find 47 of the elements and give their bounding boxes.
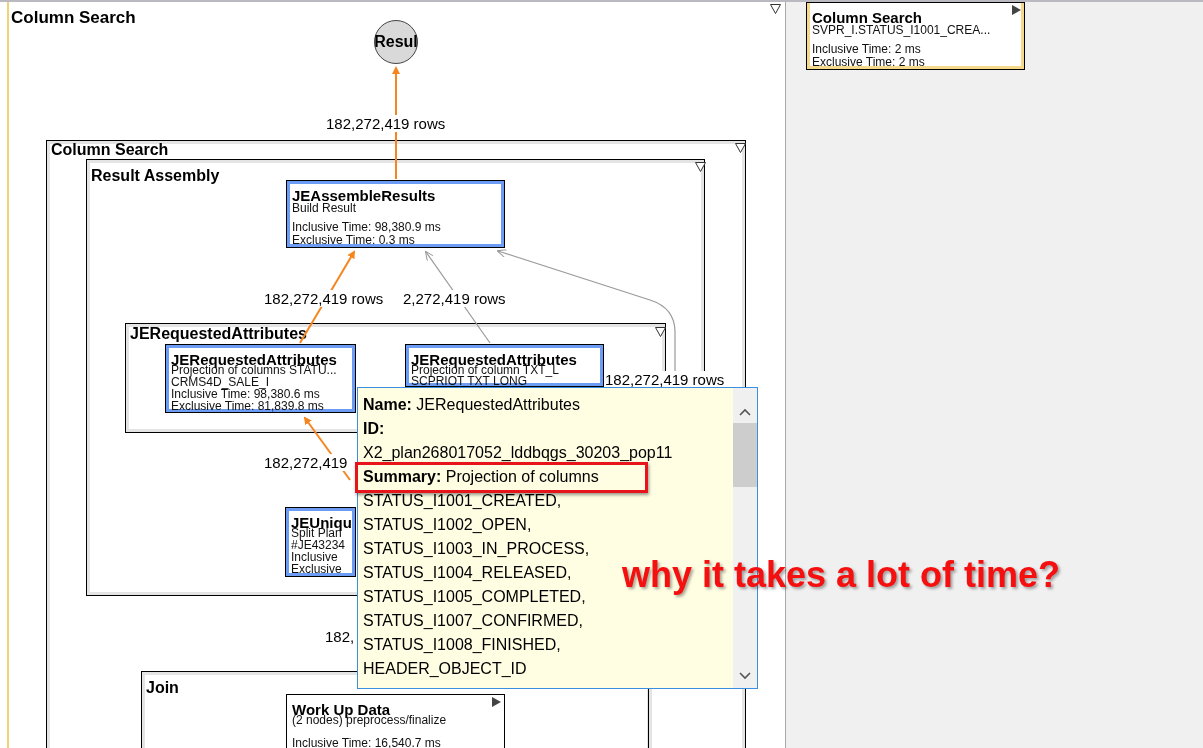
tooltip-line: X2_plan268017052_lddbqgs_30203_pop11	[363, 443, 673, 463]
scroll-up-icon[interactable]	[739, 408, 751, 416]
collapse-icon[interactable]	[770, 4, 781, 14]
tooltip-line: STATUS_I1002_OPEN,	[363, 515, 532, 535]
operator-node[interactable]: JEAssembleResults Build Result Inclusive Time: 98,380.9 ms Exclusive Time: 0.3 ms	[286, 180, 505, 248]
node-detail: CRMS4D_SALE_I	[171, 376, 270, 388]
node-detail: Inclusive Time: 16,540.7 ms	[292, 737, 441, 748]
node-detail: Build Result	[292, 202, 357, 214]
group-title: Column Search	[51, 142, 169, 158]
group-title: Result Assembly	[91, 168, 220, 184]
node-detail: Inclusive	[291, 551, 338, 563]
diagram-title: Column Search	[11, 9, 136, 26]
node-detail: Exclusive Time: 2 ms	[812, 56, 925, 68]
operator-node[interactable]: Column Search SVPR_I.STATUS_I1001_CREA... Inclusive Time: 2 ms Exclusive Time: 2 ms	[806, 2, 1025, 70]
collapse-icon[interactable]	[695, 162, 706, 172]
node-detail: Inclusive Time: 98,380.6 ms	[171, 388, 320, 400]
node-title: JERequestedAttributes	[411, 352, 577, 367]
node-detail: SVPR_I.STATUS_I1001_CREA...	[812, 24, 991, 36]
expand-icon[interactable]	[492, 697, 501, 707]
tooltip-line: ID:	[363, 419, 385, 439]
tooltip-line: STATUS_I1003_IN_PROCESS,	[363, 539, 590, 559]
tooltip-line: STATUS_I1004_RELEASED,	[363, 563, 572, 583]
tooltip-line: HEADER_OBJECT_ID	[363, 659, 527, 679]
row-count-label: 182,272,419 rows	[326, 115, 446, 132]
group-title: Join	[146, 680, 179, 696]
row-count-label: 182,272,419 rows	[264, 290, 384, 307]
tooltip-line: STATUS_I1001_CREATED,	[363, 491, 562, 511]
node-detail: Exclusive Time: 0.3 ms	[292, 234, 415, 246]
node-title: Column Search	[812, 10, 923, 25]
row-count-label: 2,272,419 rows	[403, 290, 506, 307]
node-detail: Inclusive Time: 98,380.9 ms	[292, 221, 441, 233]
scroll-down-icon[interactable]	[739, 672, 751, 680]
tooltip-line: STATUS_I1005_COMPLETED,	[363, 587, 586, 607]
tooltip-line: STATUS_I1008_FINISHED,	[363, 635, 561, 655]
tooltip-line: STATUS_I1007_CONFIRMED,	[363, 611, 583, 631]
collapse-icon[interactable]	[655, 327, 666, 337]
tooltip-line: Name: JERequestedAttributes	[363, 395, 580, 415]
collapse-icon[interactable]	[735, 143, 746, 153]
node-detail: Inclusive Time: 2 ms	[812, 43, 921, 55]
node-title: JEAssembleResults	[292, 188, 436, 203]
tooltip-line: Summary: Projection of columns	[363, 467, 599, 487]
scroll-thumb[interactable]	[733, 423, 757, 487]
row-count-label: 182,272,419	[264, 454, 348, 471]
node-title: JERequestedAttributes	[171, 352, 337, 367]
node-detail: Exclusive	[291, 563, 342, 575]
node-detail: #JE43234	[291, 539, 346, 551]
expand-icon[interactable]	[1012, 5, 1021, 15]
